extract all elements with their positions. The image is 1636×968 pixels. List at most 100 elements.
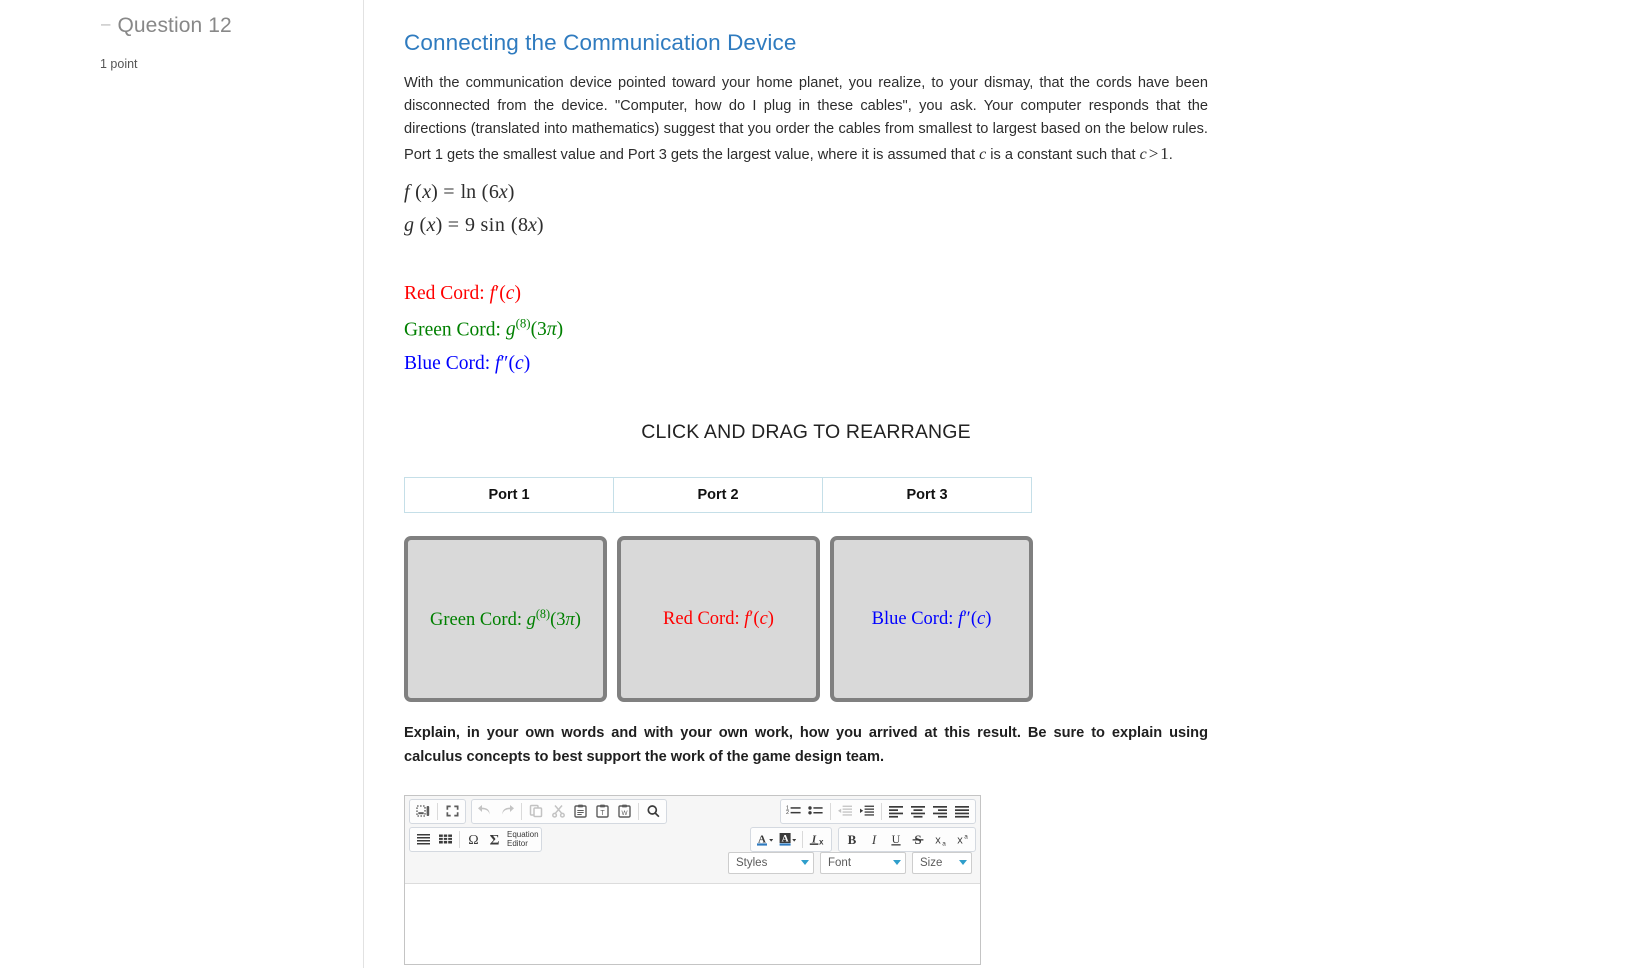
cord-rules-list: Red Cord: f′(c) Green Cord: g(8)(3π) Blu… [404,283,1404,376]
port-slot-3[interactable]: Port 3 [823,478,1031,512]
prompt-greater-than: > [1148,143,1159,163]
editor-toolbar-row-3: Styles Font Size [409,851,976,879]
svg-text:x: x [819,837,824,846]
editor-text-area[interactable] [405,883,980,964]
cut-icon[interactable] [547,801,569,822]
paste-icon[interactable] [569,801,591,822]
paste-word-icon[interactable]: W [613,801,635,822]
drag-instruction-label: CLICK AND DRAG TO REARRANGE [641,421,971,444]
svg-text:I: I [871,832,877,847]
svg-text:T: T [600,810,605,817]
svg-text:x: x [957,834,963,846]
card-blue-label: Blue Cord: [871,608,954,629]
underline-icon[interactable]: U [885,829,907,850]
outdent-icon[interactable] [834,801,856,822]
cord-rule-blue-label: Blue Cord: [404,353,491,375]
align-right-icon[interactable] [929,801,951,822]
justify-icon[interactable] [951,801,973,822]
chevron-down-icon [801,860,809,866]
svg-text:W: W [621,810,628,817]
equation-f: f (x) = ln (6x) [404,180,515,203]
size-dropdown[interactable]: Size [912,851,972,874]
port-slot-1[interactable]: Port 1 [405,478,614,513]
draggable-card-list: Green Cord: g(8)(3π) Red Cord: f′(c) Blu… [404,536,1404,703]
subscript-icon[interactable]: xa [929,829,951,850]
special-char-icon[interactable]: Ω [463,829,484,850]
question-sidebar: – Question 12 1 point [0,0,364,968]
editor-group-clipboard: T W [471,798,667,824]
draggable-card-blue[interactable]: Blue Cord: f″(c) [830,536,1033,703]
chevron-down-icon [959,860,967,866]
svg-text:Σ: Σ [490,832,500,847]
question-content: Connecting the Communication Device With… [404,0,1404,965]
superscript-icon[interactable]: xa [951,829,973,850]
cord-rule-green-expression: g(8)(3π) [505,316,564,341]
rich-text-editor: T W 12 Ω Σ Equation Editor A A I x B I U… [404,794,981,965]
svg-text:U: U [892,832,901,846]
equation-editor-label-line2: Editor [507,839,528,849]
toolbar-separator [638,802,639,820]
editor-group-document [409,798,466,824]
source-icon[interactable] [412,801,434,822]
paste-text-icon[interactable]: T [591,801,613,822]
undo-icon[interactable] [474,801,496,822]
align-center-icon[interactable] [907,801,929,822]
editor-group-paragraph: 12 [780,798,976,824]
find-icon[interactable] [642,801,664,822]
bulleted-list-icon[interactable] [805,801,827,822]
strikethrough-icon[interactable]: S [907,829,929,850]
prompt-text-part2: is a constant such that [986,146,1140,163]
remove-format-icon[interactable]: Ix [806,829,829,850]
draggable-card-red[interactable]: Red Cord: f′(c) [617,536,820,703]
question-number-label: Question 12 [117,14,232,37]
equation-g: g (x) = 9 sin (8x) [404,213,544,236]
page-title: Connecting the Communication Device [404,30,797,55]
svg-text:2: 2 [786,810,789,816]
question-page: – Question 12 1 point Connecting the Com… [0,0,1636,968]
toolbar-separator [521,802,522,820]
card-red-label: Red Cord: [663,608,740,629]
italic-icon[interactable]: I [863,829,885,850]
editor-toolbar: T W 12 Ω Σ Equation Editor A A I x B I U… [405,795,980,884]
card-red-text: Red Cord: f′(c) [663,609,774,630]
explanation-instructions: Explain, in your own words and with your… [404,725,1208,765]
question-points-label: 1 point [100,57,138,71]
table-icon[interactable] [434,829,456,850]
svg-text:B: B [848,832,857,847]
maximize-icon[interactable] [441,801,463,822]
align-left-icon[interactable] [885,801,907,822]
svg-text:a: a [942,840,946,847]
collapse-toggle-icon[interactable]: – [101,15,110,32]
editor-group-insert: Ω Σ Equation Editor [409,826,542,852]
numbered-list-icon[interactable]: 12 [783,801,805,822]
draggable-card-green[interactable]: Green Cord: g(8)(3π) [404,536,607,703]
prompt-var-c2: c [1139,145,1147,163]
equation-editor-label: Equation Editor [505,830,539,848]
copy-icon[interactable] [525,801,547,822]
port-header-row: Port 1 Port 2 Port 3 [404,477,1032,514]
toolbar-separator [802,830,803,848]
cord-rule-red: Red Cord: f′(c) [404,283,1404,305]
svg-text:A: A [782,833,789,844]
cord-rule-green-label: Green Cord: [404,319,501,341]
background-color-icon[interactable]: A [776,829,799,850]
cord-rule-blue: Blue Cord: f″(c) [404,353,1404,375]
chevron-down-icon [893,860,901,866]
styles-dropdown[interactable]: Styles [728,851,814,874]
horizontal-rule-icon[interactable] [412,829,434,850]
styles-dropdown-label: Styles [736,856,768,869]
toolbar-separator [881,802,882,820]
text-color-icon[interactable]: A [753,829,776,850]
card-blue-text: Blue Cord: f″(c) [872,609,992,630]
equation-editor-button[interactable]: Σ [484,829,505,850]
card-green-text: Green Cord: g(8)(3π) [430,607,581,631]
editor-toolbar-row-2: Ω Σ Equation Editor A A I x B I U x a x … [409,826,976,852]
port-slot-2[interactable]: Port 2 [614,478,823,513]
card-green-label: Green Cord: [430,610,522,631]
card-green-expression: g(8)(3π) [526,607,581,631]
card-red-expression: f′(c) [744,608,774,629]
bold-icon[interactable]: B [841,829,863,850]
redo-icon[interactable] [496,801,518,822]
indent-icon[interactable] [856,801,878,822]
font-dropdown[interactable]: Font [820,851,906,874]
